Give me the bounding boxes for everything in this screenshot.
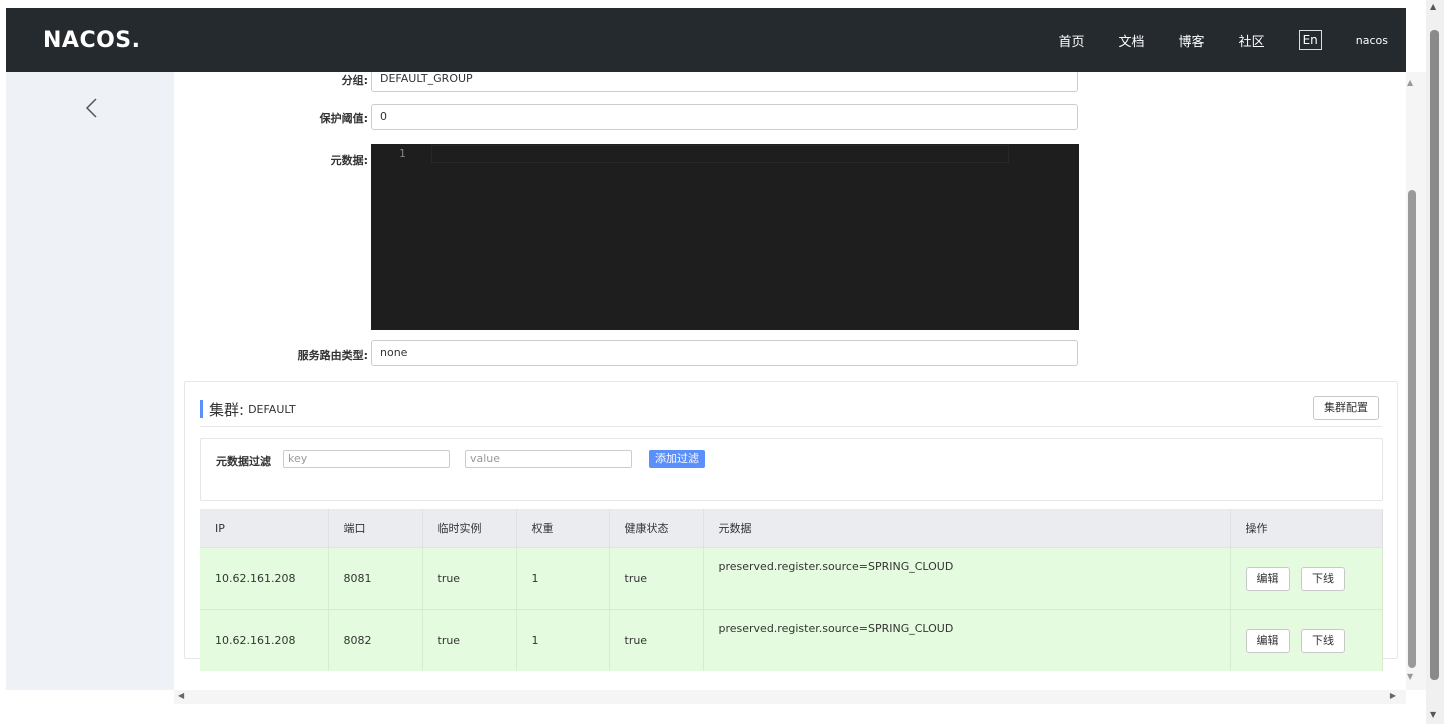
cluster-config-button[interactable]: 集群配置: [1313, 396, 1379, 420]
language-switch-button[interactable]: En: [1298, 30, 1322, 50]
nav-community[interactable]: 社区: [1239, 31, 1265, 50]
content-vertical-scrollbar[interactable]: ▲ ▼: [1406, 72, 1426, 690]
cell-metadata: preserved.register.source=SPRING_CLOUD: [703, 547, 1231, 610]
group-field[interactable]: DEFAULT_GROUP: [371, 72, 1078, 92]
header-actions: 操作: [1230, 509, 1383, 548]
cell-weight: 1: [516, 609, 610, 671]
header-weight: 权重: [516, 509, 610, 548]
header-health: 健康状态: [609, 509, 704, 548]
header-port: 端口: [328, 509, 423, 548]
table-row: 10.62.161.208 8081 true 1 true preserved…: [200, 547, 1383, 610]
nav-home[interactable]: 首页: [1059, 31, 1085, 50]
metadata-filter-label: 元数据过滤: [216, 455, 271, 468]
top-navbar: NACOS. 首页 文档 博客 社区 En nacos: [6, 8, 1406, 72]
filter-value-input[interactable]: value: [465, 450, 632, 468]
nacos-logo[interactable]: NACOS.: [43, 28, 141, 53]
header-ephemeral: 临时实例: [422, 509, 517, 548]
cell-port: 8081: [328, 547, 423, 610]
table-row: 10.62.161.208 8082 true 1 true preserved…: [200, 609, 1383, 671]
filter-key-input[interactable]: key: [283, 450, 450, 468]
cell-actions: 编辑 下线: [1230, 547, 1383, 610]
cluster-header: 集群: DEFAULT: [200, 400, 296, 419]
threshold-label: 保护阈值:: [319, 112, 368, 125]
back-arrow-icon[interactable]: [84, 96, 100, 120]
cluster-divider: [200, 426, 1382, 427]
cell-port: 8082: [328, 609, 423, 671]
cluster-name: DEFAULT: [248, 402, 296, 416]
cluster-title: 集群:: [209, 400, 245, 419]
cell-ephemeral: true: [422, 547, 517, 610]
cell-ephemeral: true: [422, 609, 517, 671]
cluster-panel: 集群: DEFAULT 集群配置 元数据过滤 key value 添加过滤 IP…: [184, 381, 1398, 671]
scrollbar-thumb[interactable]: [1408, 190, 1416, 668]
service-detail-content: 分组: DEFAULT_GROUP 保护阈值: 0 元数据: 1 服务路由类型:…: [174, 72, 1406, 690]
editor-line-number: 1: [399, 147, 406, 160]
offline-button[interactable]: 下线: [1301, 628, 1345, 653]
header-ip: IP: [200, 509, 329, 548]
route-row: 服务路由类型: none: [174, 340, 1406, 366]
threshold-field[interactable]: 0: [371, 104, 1078, 130]
metadata-label: 元数据:: [330, 154, 368, 167]
cell-ip: 10.62.161.208: [200, 609, 329, 671]
cell-health: true: [609, 547, 704, 610]
cell-ip: 10.62.161.208: [200, 547, 329, 610]
offline-button[interactable]: 下线: [1301, 566, 1345, 591]
cell-health: true: [609, 609, 704, 671]
top-nav: 首页 文档 博客 社区 En nacos: [1025, 8, 1388, 72]
scroll-down-arrow-icon[interactable]: ▼: [1407, 672, 1413, 681]
table-header-row: IP 端口 临时实例 权重 健康状态 元数据 操作: [200, 509, 1383, 548]
group-row: 分组: DEFAULT_GROUP: [174, 72, 1406, 92]
content-horizontal-scrollbar[interactable]: ◀ ▶: [174, 690, 1406, 704]
window-vertical-scrollbar[interactable]: ▲ ▼: [1426, 0, 1444, 724]
editor-current-line: [431, 145, 1009, 163]
route-type-label: 服务路由类型:: [297, 349, 368, 362]
cell-metadata: preserved.register.source=SPRING_CLOUD: [703, 609, 1231, 671]
cell-actions: 编辑 下线: [1230, 609, 1383, 671]
user-name[interactable]: nacos: [1356, 34, 1388, 47]
add-filter-button[interactable]: 添加过滤: [649, 450, 705, 468]
nav-blog[interactable]: 博客: [1179, 31, 1205, 50]
sidebar: [6, 72, 174, 690]
scroll-right-arrow-icon[interactable]: ▶: [1390, 691, 1396, 700]
group-label: 分组:: [341, 74, 368, 87]
scroll-up-arrow-icon[interactable]: ▲: [1407, 78, 1413, 87]
threshold-row: 保护阈值: 0: [174, 104, 1406, 130]
nav-docs[interactable]: 文档: [1119, 31, 1145, 50]
edit-button[interactable]: 编辑: [1245, 628, 1290, 653]
edit-button[interactable]: 编辑: [1245, 566, 1290, 591]
window-scroll-up-icon[interactable]: ▲: [1430, 2, 1436, 11]
cell-weight: 1: [516, 547, 610, 610]
route-type-field[interactable]: none: [371, 340, 1078, 366]
metadata-editor[interactable]: 1: [371, 144, 1079, 330]
metadata-filter-box: 元数据过滤 key value 添加过滤: [200, 438, 1383, 501]
instance-table: IP 端口 临时实例 权重 健康状态 元数据 操作 10.62.161.208 …: [200, 509, 1383, 671]
header-metadata: 元数据: [703, 509, 1231, 548]
window-scrollbar-thumb[interactable]: [1430, 30, 1439, 680]
cluster-accent-bar: [200, 400, 203, 418]
window-scroll-down-icon[interactable]: ▼: [1430, 710, 1436, 719]
scroll-left-arrow-icon[interactable]: ◀: [178, 691, 184, 700]
